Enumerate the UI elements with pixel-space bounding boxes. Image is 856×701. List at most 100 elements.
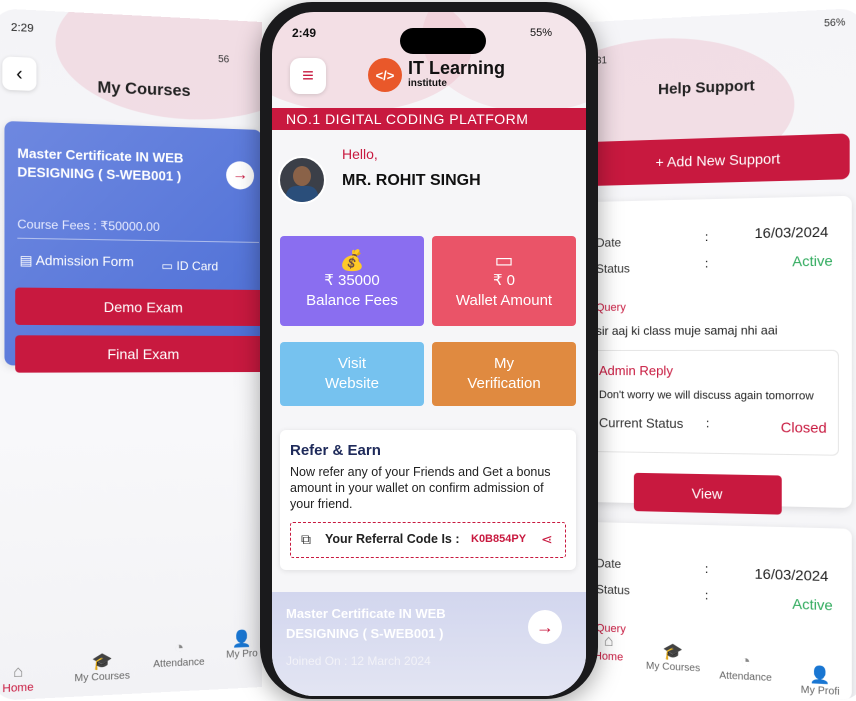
divider [17, 237, 260, 243]
nav-my-courses[interactable]: 🎓 My Courses [646, 640, 700, 674]
nav-label: My Courses [74, 670, 130, 685]
verify-line2: Verification [467, 375, 541, 392]
colon: : [704, 561, 709, 577]
referral-code-box[interactable]: ⧉ Your Referral Code Is : K0B854PY ⋖ [290, 522, 566, 558]
wallet-value: ₹ 0 [492, 272, 516, 289]
referral-code: K0B854PY [471, 533, 527, 545]
course-name: Master Certificate IN WEB DESIGNING ( S-… [286, 606, 446, 641]
back-button[interactable]: ‹ [2, 56, 37, 92]
user-name: MR. ROHIT SINGH [342, 172, 481, 189]
id-card-link[interactable]: ▭ ID Card [161, 259, 218, 274]
person-icon: 👤 [232, 630, 252, 649]
hamburger-icon: ≡ [302, 64, 314, 87]
course-preview-card[interactable]: Master Certificate IN WEB DESIGNING ( S-… [272, 592, 586, 696]
balance-fees-tile[interactable]: 💰 ₹ 35000 Balance Fees [280, 236, 424, 326]
copy-icon[interactable]: ⧉ [301, 531, 311, 548]
avatar [278, 156, 326, 204]
wallet-amount-tile[interactable]: ▭ ₹ 0 Wallet Amount [432, 236, 576, 326]
status-time: 2:29 [10, 21, 34, 36]
graduation-cap-icon: 🎓 [91, 652, 113, 672]
my-courses-screen: 2:29 56 ‹ My Courses Master Certificate … [0, 7, 262, 701]
menu-button[interactable]: ≡ [290, 58, 326, 94]
arrow-right-icon: → [232, 166, 249, 184]
colon: : [705, 416, 710, 431]
demo-exam-button[interactable]: Demo Exam [15, 287, 262, 327]
visit-website-tile[interactable]: Visit Website [280, 342, 424, 406]
ticket-date: 16/03/2024 [754, 223, 829, 242]
status-badge: Active [792, 252, 833, 270]
status-battery: 55% [530, 27, 553, 39]
nav-home[interactable]: ⌂ Home [593, 632, 624, 664]
course-name: Master Certificate IN WEB DESIGNING ( S-… [17, 145, 184, 184]
date-label: Date [595, 235, 622, 250]
open-course-button[interactable]: → [226, 160, 255, 190]
chevron-left-icon: ‹ [16, 62, 23, 84]
promo-banner: NO.1 DIGITAL CODING PLATFORM [272, 108, 586, 130]
referral-label: Your Referral Code Is : [325, 532, 460, 546]
nav-label: My Profi [800, 684, 840, 698]
dashboard-screen: 2:49 55% ≡ </> IT Learning institute NO.… [272, 12, 586, 696]
course-fees: Course Fees : ₹50000.00 [17, 216, 160, 235]
admission-label: Admission Form [35, 252, 134, 270]
status-signal: 56 [218, 53, 230, 66]
visit-line1: Visit [337, 355, 367, 372]
nav-attendance[interactable]: ◔ Attendance [153, 639, 205, 671]
status-label: Status [595, 582, 630, 598]
status-battery: 56% [824, 17, 846, 30]
refer-title: Refer & Earn [290, 442, 381, 459]
nav-label: Home [593, 650, 624, 664]
current-status-value: Closed [780, 418, 827, 436]
balance-label: Balance Fees [306, 292, 398, 309]
current-status-label: Current Status [598, 415, 684, 432]
nav-my-profile[interactable]: 👤 My Profi [801, 664, 840, 698]
nav-home[interactable]: ⌂ Home [2, 663, 34, 696]
person-icon: 👤 [809, 666, 831, 685]
course-card: Master Certificate IN WEB DESIGNING ( S-… [4, 120, 262, 373]
ticket-date: 16/03/2024 [754, 565, 829, 585]
nav-label: Home [2, 681, 34, 696]
share-icon[interactable]: ⋖ [541, 531, 553, 548]
greeting: Hello, [342, 146, 378, 162]
id-card-icon: ▭ [161, 258, 173, 273]
joined-date: Joined On : 12 March 2024 [286, 654, 431, 668]
logo-subtitle: institute [408, 78, 447, 89]
balance-value: ₹ 35000 [324, 272, 380, 289]
reply-label: Admin Reply [598, 363, 673, 379]
nav-label: My Pro [226, 648, 258, 661]
visit-line2: Website [325, 375, 379, 392]
dynamic-island [400, 28, 486, 54]
open-course-button[interactable]: → [528, 610, 562, 644]
admission-form-link[interactable]: ▤ Admission Form [19, 252, 133, 270]
help-support-screen: 31 56% Help Support + Add New Support Da… [590, 7, 856, 701]
code-logo-icon: </> [368, 58, 402, 92]
document-icon: ▤ [19, 252, 33, 269]
refer-earn-card: Refer & Earn Now refer any of your Frien… [280, 430, 576, 570]
add-new-support-button[interactable]: + Add New Support [590, 133, 850, 186]
background-wave [55, 7, 262, 125]
money-bag-icon: 💰 [339, 250, 365, 272]
status-badge: Active [792, 595, 833, 614]
admin-reply-box: Admin Reply Don't worry we will discuss … [590, 349, 839, 456]
wallet-icon: ▭ [494, 250, 514, 272]
wallet-label: Wallet Amount [455, 292, 553, 309]
graduation-cap-icon: 🎓 [662, 643, 684, 662]
nav-attendance[interactable]: ◔ Attendance [719, 652, 772, 684]
refer-text: Now refer any of your Friends and Get a … [290, 465, 551, 511]
nav-my-courses[interactable]: 🎓 My Courses [74, 650, 130, 685]
home-icon: ⌂ [12, 663, 24, 682]
nav-my-profile[interactable]: 👤 My Pro [226, 628, 258, 661]
status-label: Status [595, 261, 630, 276]
status-time: 2:49 [292, 26, 317, 40]
verify-line1: My [494, 355, 514, 372]
colon: : [704, 256, 709, 271]
id-card-label: ID Card [176, 258, 219, 274]
view-button[interactable]: View [633, 472, 782, 515]
nav-label: Attendance [153, 656, 205, 671]
reply-text: Don't worry we will discuss again tomorr… [598, 389, 814, 403]
arrow-right-icon: → [536, 616, 554, 637]
final-exam-button[interactable]: Final Exam [15, 335, 262, 373]
my-verification-tile[interactable]: My Verification [432, 342, 576, 406]
date-label: Date [595, 556, 622, 572]
colon: : [704, 588, 709, 603]
home-icon: ⌂ [603, 632, 614, 651]
